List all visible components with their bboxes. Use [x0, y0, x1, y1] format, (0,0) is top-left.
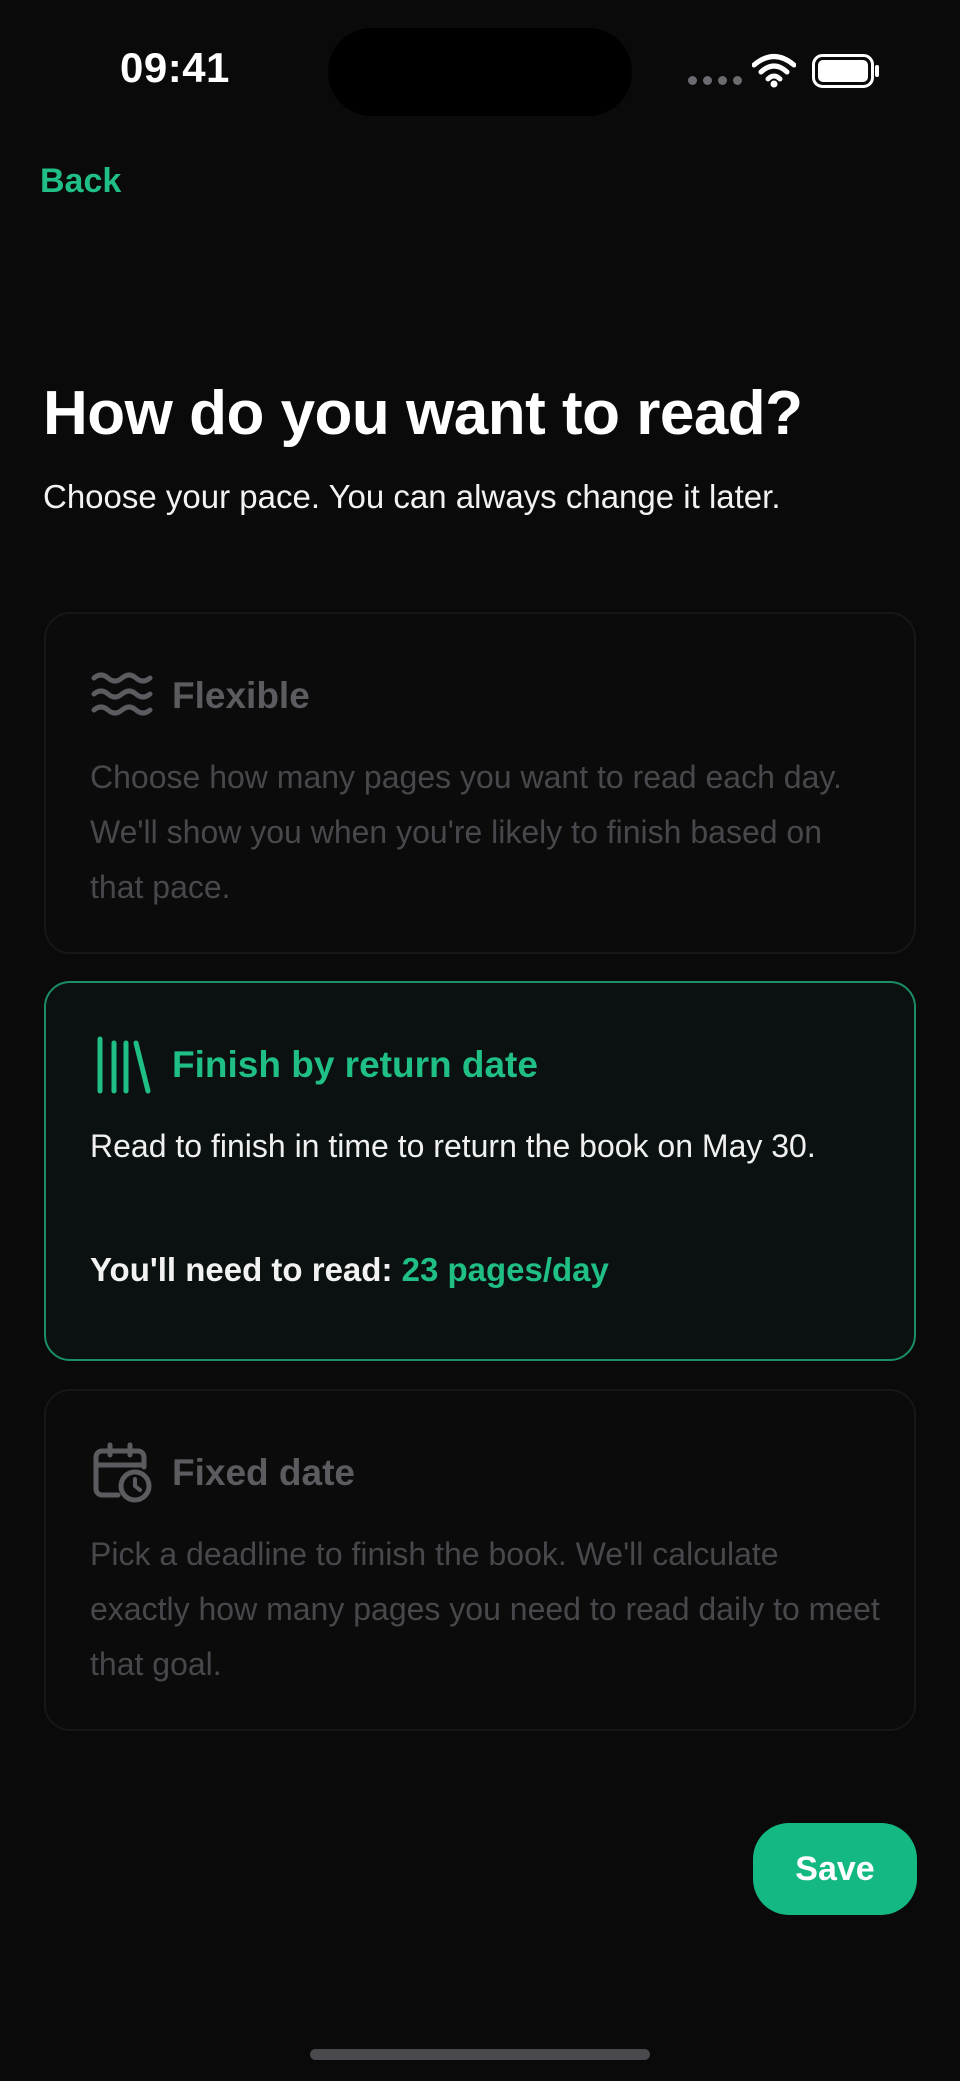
option-card-fixed-date[interactable]: Fixed date Pick a deadline to finish the…	[44, 1389, 916, 1731]
option-description: Choose how many pages you want to read e…	[90, 759, 842, 905]
waves-icon	[90, 664, 154, 728]
home-indicator	[310, 2049, 650, 2060]
option-header: Fixed date	[90, 1441, 355, 1505]
dynamic-island	[328, 28, 632, 116]
option-title: Flexible	[172, 675, 310, 716]
battery-full-icon	[812, 54, 879, 88]
option-header: Finish by return date	[90, 1033, 538, 1097]
cellular-signal-icon	[688, 76, 742, 85]
option-card-return-date[interactable]: Finish by return date Read to finish in …	[44, 981, 916, 1361]
pace-label: You'll need to read:	[90, 1251, 393, 1288]
pace-summary: You'll need to read: 23 pages/day	[90, 1251, 609, 1289]
books-icon	[90, 1033, 154, 1097]
back-button[interactable]: Back	[40, 162, 121, 201]
save-button[interactable]: Save	[753, 1823, 917, 1915]
option-description: Read to finish in time to return the boo…	[90, 1128, 816, 1164]
page-title: How do you want to read?	[43, 379, 803, 448]
status-time: 09:41	[120, 44, 230, 91]
calendar-clock-icon	[90, 1441, 154, 1505]
wifi-icon	[752, 54, 796, 88]
status-bar: 09:41	[0, 0, 960, 140]
option-card-flexible[interactable]: Flexible Choose how many pages you want …	[44, 612, 916, 954]
option-title: Fixed date	[172, 1452, 355, 1493]
pace-value: 23 pages/day	[401, 1251, 609, 1288]
page-subtitle: Choose your pace. You can always change …	[43, 478, 781, 515]
option-header: Flexible	[90, 664, 310, 728]
option-description: Pick a deadline to finish the book. We'l…	[90, 1536, 880, 1682]
option-title: Finish by return date	[172, 1044, 538, 1085]
